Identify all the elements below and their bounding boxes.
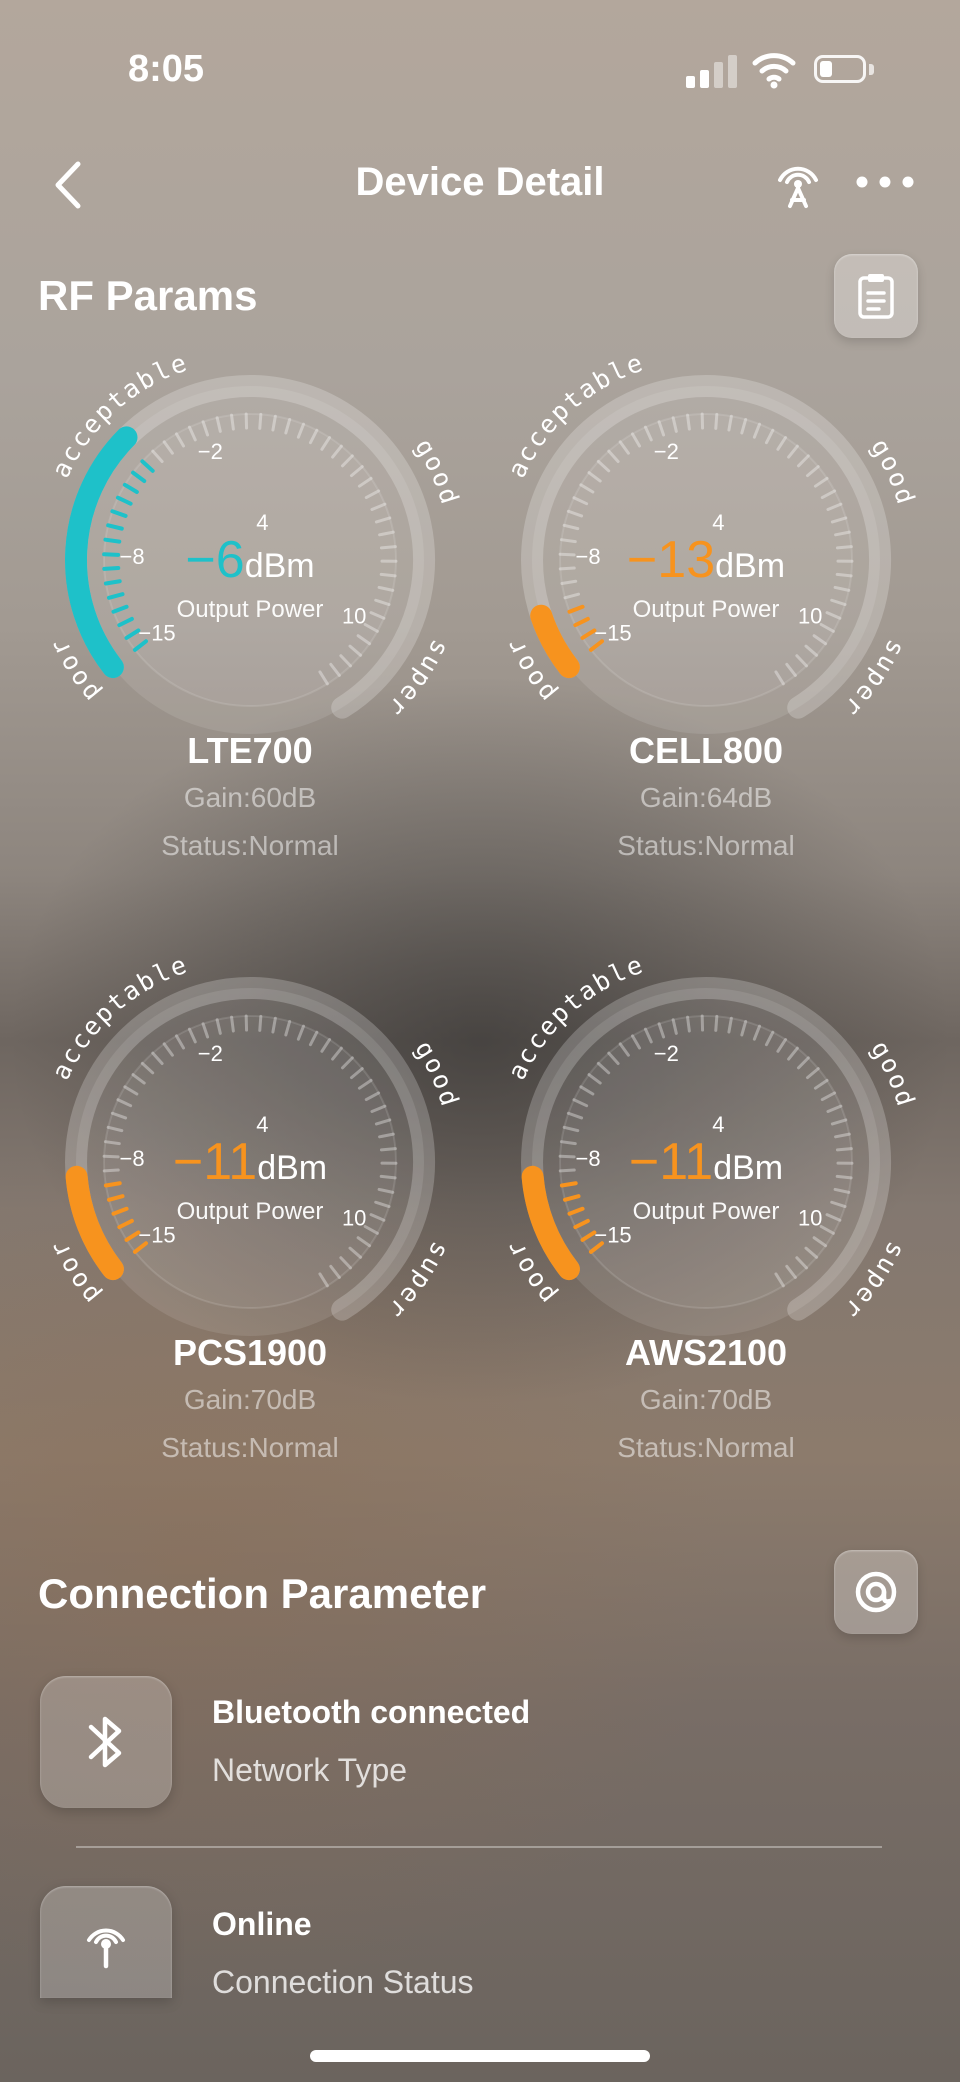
list-divider [76, 1846, 882, 1848]
home-indicator[interactable] [310, 2050, 650, 2062]
gauge-tick [714, 412, 719, 430]
band-name: AWS2100 [624, 1332, 788, 1373]
output-power-label: Output Power [176, 1198, 324, 1225]
clipboard-icon [858, 274, 894, 319]
gauge-tick [686, 413, 691, 431]
gauge-tick-label: −2 [198, 1041, 223, 1066]
power-unit: dBm [244, 547, 315, 585]
antenna-tile[interactable] [40, 1886, 172, 1998]
gauge-tick-label: −15 [594, 1223, 631, 1248]
band-status: Status:Normal [161, 1432, 339, 1463]
connection-button[interactable] [834, 1550, 918, 1634]
power-unit: dBm [713, 1149, 784, 1187]
connection-status-value: Online [212, 1906, 312, 1942]
gauge-tick-label: −2 [198, 439, 223, 464]
output-power-label: Output Power [176, 596, 324, 623]
band-status: Status:Normal [617, 830, 795, 861]
band-gain: Gain:70dB [639, 1384, 773, 1415]
band-status: Status:Normal [161, 830, 339, 861]
gauge-tick-label: −15 [138, 1223, 175, 1248]
band-gain: Gain:60dB [183, 782, 317, 813]
band-name: PCS1900 [172, 1332, 328, 1373]
power-number: −6 [185, 531, 245, 589]
more-dots-icon [856, 176, 914, 188]
power-number: −11 [628, 1133, 714, 1191]
antenna-button[interactable] [770, 156, 826, 212]
antenna-icon [87, 1928, 125, 1969]
rf-params-title: RF Params [38, 272, 258, 319]
output-power-value: −6dBm [30, 530, 470, 590]
gauge-tick-label: −15 [594, 621, 631, 646]
output-power-value: −13dBm [486, 530, 926, 590]
connection-parameter-title: Connection Parameter [38, 1570, 487, 1617]
connection-status-label: Connection Status [212, 1964, 474, 2000]
band-gain: Gain:70dB [183, 1384, 317, 1415]
gauge-card-lte700: −2 4 −8 −15 10 poor acceptable good super −6dBm Ou… [30, 340, 470, 861]
band-name: LTE700 [187, 730, 313, 771]
bluetooth-icon [88, 1716, 122, 1768]
band-status: Status:Normal [617, 1432, 795, 1463]
power-unit: dBm [715, 547, 786, 585]
gauge-tick [258, 412, 263, 430]
gauge-tick [230, 1015, 235, 1033]
network-type-value: Bluetooth connected [212, 1694, 531, 1730]
band-gain: Gain:64dB [639, 782, 773, 813]
power-number: −13 [626, 531, 716, 589]
at-sign-icon [855, 1571, 897, 1613]
gauge-tick [230, 413, 235, 431]
bluetooth-tile[interactable] [40, 1676, 172, 1808]
gauge-tick [686, 1015, 691, 1033]
battery-icon [814, 55, 876, 87]
output-power-label: Output Power [632, 1198, 780, 1225]
gauge-card-cell800: −2 4 −8 −15 10 poor acceptable good super −13dBm O… [486, 340, 926, 861]
cellular-signal-icon [686, 54, 738, 88]
antenna-icon [778, 166, 818, 208]
gauge-tick-label: −2 [654, 1041, 679, 1066]
gauge-tick [714, 1014, 719, 1032]
output-power-label: Output Power [632, 596, 780, 623]
gauge-tick-label: −15 [138, 621, 175, 646]
wifi-icon [752, 50, 796, 90]
gauge-card-aws2100: −2 4 −8 −15 10 poor acceptable good super −11dBm O… [486, 942, 926, 1463]
power-number: −11 [172, 1133, 258, 1191]
band-name: CELL800 [628, 730, 784, 771]
output-power-value: −11dBm [30, 1132, 470, 1192]
output-power-value: −11dBm [486, 1132, 926, 1192]
network-type-label: Network Type [212, 1752, 408, 1788]
status-time: 8:05 [128, 48, 205, 90]
gauge-tick [258, 1014, 263, 1032]
power-unit: dBm [257, 1149, 328, 1187]
report-button[interactable] [834, 254, 918, 338]
gauge-tick-label: −2 [654, 439, 679, 464]
more-options-button[interactable] [850, 162, 920, 202]
gauge-card-pcs1900: −2 4 −8 −15 10 poor acceptable good super −11dBm O… [30, 942, 470, 1463]
